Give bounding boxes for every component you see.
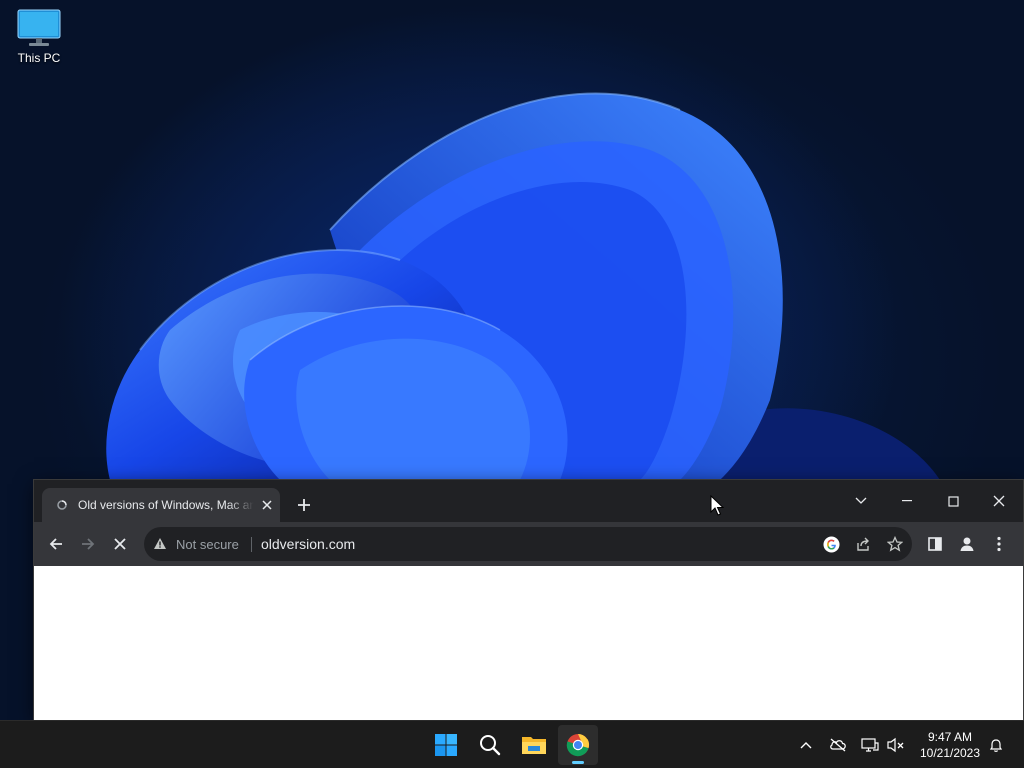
active-app-indicator — [572, 761, 584, 764]
monitor-icon — [17, 9, 61, 46]
page-viewport[interactable] — [34, 566, 1023, 720]
tab-search-button[interactable] — [838, 487, 884, 515]
browser-menu-button[interactable] — [989, 534, 1009, 554]
maximize-button[interactable] — [930, 487, 976, 515]
new-tab-button[interactable] — [296, 497, 312, 513]
desktop-icon-this-pc[interactable]: This PC — [6, 8, 72, 65]
back-button[interactable] — [46, 534, 66, 554]
search-button[interactable] — [470, 725, 510, 765]
tab-title: Old versions of Windows, Mac and Linux s… — [78, 498, 254, 512]
tab-search-icon — [855, 497, 867, 504]
browser-toolbar: Not secure oldversion.com — [34, 522, 1023, 566]
security-status-label[interactable]: Not secure — [176, 537, 239, 552]
warning-triangle-icon[interactable] — [153, 537, 167, 550]
bookmark-star-icon — [887, 536, 903, 552]
url-text[interactable]: oldversion.com — [261, 536, 355, 552]
file-explorer-icon — [522, 737, 546, 754]
onedrive-offline-icon — [830, 738, 846, 752]
tab-strip: Old versions of Windows, Mac and Linux s… — [34, 480, 1023, 522]
desktop-icon-label: This PC — [17, 51, 61, 65]
file-explorer-button[interactable] — [514, 725, 554, 765]
onedrive-tray-button[interactable] — [828, 735, 848, 755]
browser-tab[interactable]: Old versions of Windows, Mac and Linux s… — [42, 488, 280, 522]
share-button[interactable] — [854, 535, 872, 553]
start-button[interactable] — [426, 725, 466, 765]
profile-button[interactable] — [957, 534, 977, 554]
maximize-icon — [947, 495, 959, 507]
system-clock[interactable]: 9:47 AM 10/21/2023 — [914, 729, 986, 761]
network-tray-button[interactable] — [860, 735, 880, 755]
volume-tray-button[interactable] — [886, 735, 906, 755]
chevron-up-icon — [800, 742, 812, 749]
tab-close-icon[interactable] — [260, 498, 274, 512]
close-window-button[interactable] — [976, 487, 1022, 515]
notifications-button[interactable] — [986, 735, 1006, 755]
show-hidden-icons-button[interactable] — [796, 735, 816, 755]
back-arrow-icon — [49, 538, 62, 550]
browser-window: Old versions of Windows, Mac and Linux s… — [34, 480, 1023, 720]
profile-icon — [960, 537, 974, 551]
stop-loading-icon — [114, 538, 126, 550]
menu-kebab-icon — [997, 536, 1001, 552]
volume-muted-icon — [887, 737, 904, 753]
forward-arrow-icon — [82, 538, 95, 550]
loading-favicon-icon — [57, 500, 67, 510]
side-panel-icon — [928, 537, 942, 551]
close-icon — [993, 495, 1005, 507]
side-panel-button[interactable] — [925, 534, 945, 554]
bell-icon — [989, 739, 1003, 752]
stop-loading-button[interactable] — [110, 534, 130, 554]
minimize-button[interactable] — [884, 487, 930, 515]
clock-time: 9:47 AM — [927, 730, 973, 744]
windows-start-icon — [435, 734, 457, 756]
bookmark-button[interactable] — [886, 535, 904, 553]
google-lens-button[interactable] — [822, 535, 840, 553]
search-icon — [480, 735, 501, 756]
share-icon — [857, 537, 869, 551]
network-display-icon — [861, 738, 879, 752]
clock-date: 10/21/2023 — [919, 746, 981, 760]
minimize-icon — [902, 500, 912, 502]
google-icon — [822, 535, 840, 553]
chrome-taskbar-button[interactable] — [558, 725, 598, 765]
mouse-cursor-icon — [710, 495, 724, 516]
omnibox-separator — [251, 537, 252, 552]
address-bar[interactable]: Not secure oldversion.com — [144, 527, 912, 561]
forward-button[interactable] — [78, 534, 98, 554]
chrome-icon — [566, 734, 590, 757]
taskbar: 9:47 AM 10/21/2023 — [0, 720, 1024, 768]
